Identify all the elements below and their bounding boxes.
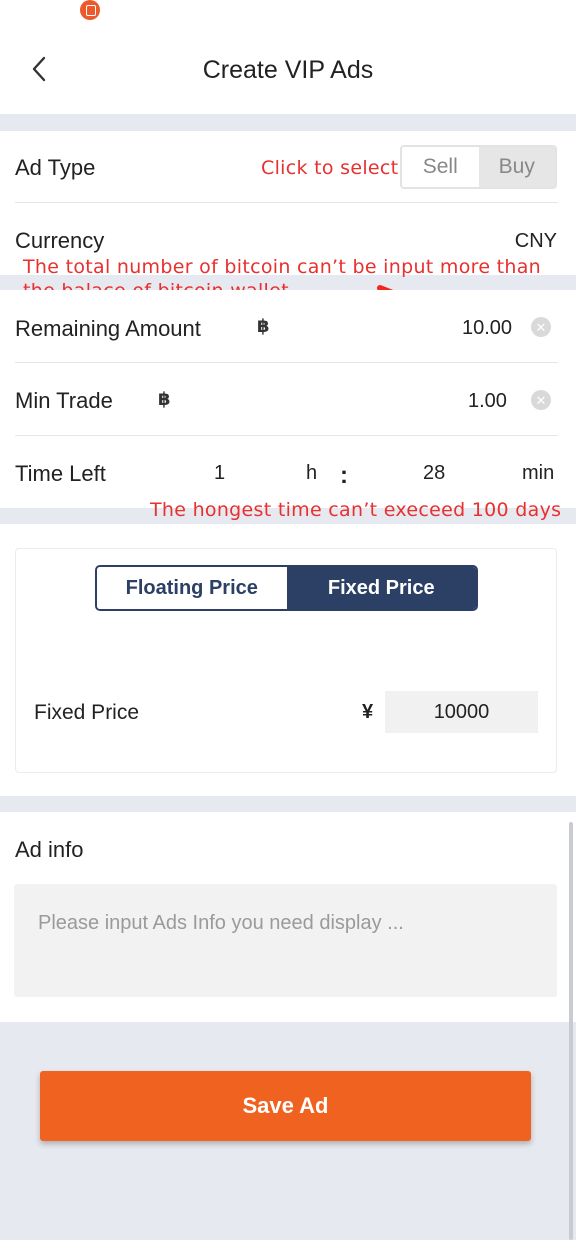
time-left-row: Time Left 1 h : 28 min — [0, 436, 576, 508]
remaining-amount-label: Remaining Amount — [15, 316, 201, 341]
currency-label: Currency — [15, 228, 105, 253]
notification-app-icon — [80, 0, 100, 20]
min-trade-label: Min Trade — [15, 388, 113, 413]
time-left-label: Time Left — [15, 461, 106, 486]
minutes-unit: min — [522, 462, 555, 484]
section-separator — [0, 796, 576, 812]
tab-floating-price[interactable]: Floating Price — [97, 567, 287, 609]
save-ad-button[interactable]: Save Ad — [40, 1071, 531, 1141]
min-trade-input[interactable]: 1.00 — [468, 390, 507, 413]
app-header: Create VIP Ads — [0, 30, 576, 114]
clear-icon[interactable]: ✕ — [531, 317, 551, 337]
hours-input[interactable]: 1 — [214, 462, 225, 485]
yen-symbol: ¥ — [362, 701, 374, 723]
currency-value: CNY — [514, 230, 557, 252]
min-trade-row: Min Trade ฿ 1.00 ✕ — [0, 363, 576, 435]
minutes-input[interactable]: 28 — [423, 462, 445, 485]
ad-type-toggle[interactable]: Sell Buy — [400, 145, 557, 189]
remaining-amount-input[interactable]: 10.00 — [462, 317, 512, 340]
clear-icon[interactable]: ✕ — [531, 390, 551, 410]
remaining-amount-row: Remaining Amount ฿ 10.00 ✕ — [0, 290, 576, 362]
fixed-price-input[interactable] — [385, 691, 538, 733]
ad-type-label: Ad Type — [15, 155, 96, 180]
pricing-card: Floating Price Fixed Price Fixed Price ¥ — [15, 548, 557, 773]
section-separator — [0, 114, 576, 131]
bitcoin-icon: ฿ — [257, 316, 270, 336]
balance-annotation-line1: The total number of bitcoin can’t be inp… — [23, 256, 542, 278]
scrollbar[interactable] — [569, 822, 573, 1240]
bitcoin-icon: ฿ — [158, 389, 171, 409]
sell-option[interactable]: Sell — [402, 147, 479, 187]
fixed-price-label: Fixed Price — [34, 701, 140, 724]
page-title: Create VIP Ads — [202, 56, 374, 84]
buy-option[interactable]: Buy — [478, 147, 555, 187]
ad-info-textarea[interactable] — [14, 884, 557, 997]
hours-unit: h — [306, 462, 318, 484]
time-separator: : — [340, 462, 348, 489]
tab-fixed-price[interactable]: Fixed Price — [286, 567, 476, 609]
ad-type-hint: Click to select — [261, 157, 399, 179]
time-limit-annotation: The hongest time can’t execeed 100 days — [150, 499, 562, 521]
price-type-tabs[interactable]: Floating Price Fixed Price — [95, 565, 478, 611]
ad-info-label: Ad info — [15, 837, 84, 862]
